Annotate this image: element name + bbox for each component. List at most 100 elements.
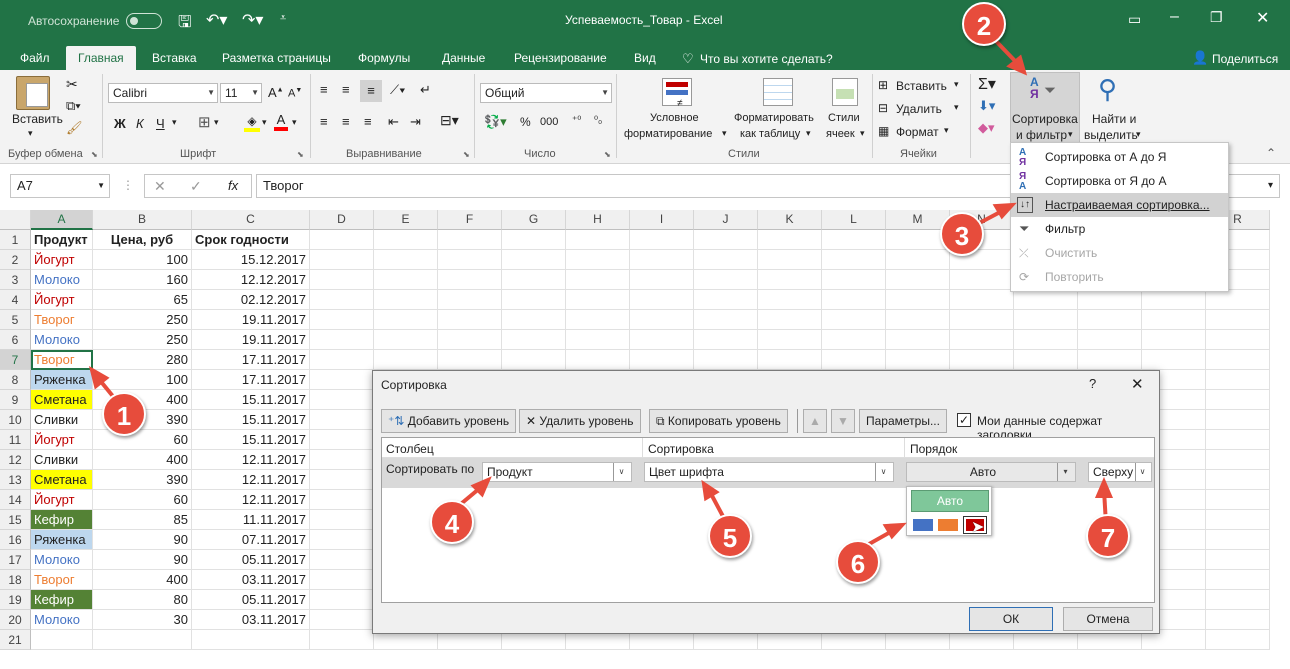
empty-cell[interactable] <box>822 250 886 270</box>
empty-cell[interactable] <box>630 350 694 370</box>
empty-cell[interactable] <box>566 350 630 370</box>
row-header-8[interactable]: 8 <box>0 370 31 390</box>
cell[interactable]: 02.12.2017 <box>192 290 310 310</box>
cell[interactable]: 17.11.2017 <box>192 350 310 370</box>
cell[interactable]: 280 <box>93 350 192 370</box>
empty-cell[interactable] <box>886 350 950 370</box>
empty-cell[interactable] <box>1078 310 1142 330</box>
empty-cell[interactable] <box>1142 350 1206 370</box>
empty-cell[interactable] <box>886 250 950 270</box>
empty-cell[interactable] <box>1014 290 1078 310</box>
menu-custom-sort[interactable]: ↓↑ Настраиваемая сортировка... <box>1011 193 1228 217</box>
empty-cell[interactable] <box>310 330 374 350</box>
empty-cell[interactable] <box>502 250 566 270</box>
column-header-g[interactable]: G <box>502 210 566 230</box>
empty-cell[interactable] <box>1206 630 1270 650</box>
empty-cell[interactable] <box>310 510 374 530</box>
empty-cell[interactable] <box>310 570 374 590</box>
empty-cell[interactable] <box>374 290 438 310</box>
empty-cell[interactable] <box>438 310 502 330</box>
ok-button[interactable]: ОК <box>969 607 1053 631</box>
column-header-k[interactable]: K <box>758 210 822 230</box>
empty-cell[interactable] <box>310 430 374 450</box>
empty-cell[interactable] <box>758 310 822 330</box>
empty-cell[interactable] <box>886 270 950 290</box>
empty-cell[interactable] <box>1142 290 1206 310</box>
empty-cell[interactable] <box>502 270 566 290</box>
row-header-5[interactable]: 5 <box>0 310 31 330</box>
row-header-16[interactable]: 16 <box>0 530 31 550</box>
empty-cell[interactable] <box>886 290 950 310</box>
cell[interactable]: 15.11.2017 <box>192 390 310 410</box>
empty-cell[interactable] <box>1206 610 1270 630</box>
cell[interactable]: 60 <box>93 490 192 510</box>
cell[interactable]: 160 <box>93 270 192 290</box>
delete-level-button[interactable]: ✕ Удалить уровень <box>519 409 641 433</box>
empty-cell[interactable] <box>438 250 502 270</box>
empty-cell[interactable] <box>758 350 822 370</box>
column-header-b[interactable]: B <box>93 210 192 230</box>
cancel-button[interactable]: Отмена <box>1063 607 1153 631</box>
empty-cell[interactable] <box>310 310 374 330</box>
cell[interactable]: Кефир <box>31 510 93 530</box>
cell[interactable]: 100 <box>93 370 192 390</box>
cell[interactable]: 90 <box>93 530 192 550</box>
empty-cell[interactable] <box>1206 510 1270 530</box>
cell[interactable]: 12.12.2017 <box>192 270 310 290</box>
empty-cell[interactable] <box>1078 330 1142 350</box>
empty-cell[interactable] <box>438 330 502 350</box>
empty-cell[interactable] <box>630 290 694 310</box>
menu-sort-desc[interactable]: Я А Сортировка от Я до А <box>1011 169 1228 193</box>
empty-cell[interactable] <box>566 330 630 350</box>
empty-cell[interactable] <box>1142 330 1206 350</box>
empty-cell[interactable] <box>886 310 950 330</box>
row-header-13[interactable]: 13 <box>0 470 31 490</box>
cell[interactable]: 03.11.2017 <box>192 610 310 630</box>
cell[interactable]: 85 <box>93 510 192 530</box>
empty-cell[interactable] <box>310 290 374 310</box>
empty-cell[interactable] <box>1014 310 1078 330</box>
menu-filter[interactable]: ⏷ Фильтр <box>1011 217 1228 241</box>
auto-color-option[interactable]: Авто <box>911 490 989 512</box>
empty-cell[interactable] <box>950 290 1014 310</box>
position-select[interactable]: Сверху ∨ <box>1088 462 1152 482</box>
empty-cell[interactable] <box>1206 370 1270 390</box>
empty-cell[interactable] <box>822 350 886 370</box>
cell[interactable]: Молоко <box>31 330 93 350</box>
row-header-21[interactable]: 21 <box>0 630 31 650</box>
empty-cell[interactable] <box>630 270 694 290</box>
row-header-11[interactable]: 11 <box>0 430 31 450</box>
empty-cell[interactable] <box>758 330 822 350</box>
empty-cell[interactable] <box>950 330 1014 350</box>
empty-cell[interactable] <box>1014 330 1078 350</box>
empty-cell[interactable] <box>1206 530 1270 550</box>
cell[interactable]: Сливки <box>31 450 93 470</box>
empty-cell[interactable] <box>1206 390 1270 410</box>
cell[interactable]: 15.11.2017 <box>192 410 310 430</box>
headers-checkbox[interactable]: ✓ <box>957 413 971 427</box>
cell[interactable]: 60 <box>93 430 192 450</box>
empty-cell[interactable] <box>1206 330 1270 350</box>
row-header-4[interactable]: 4 <box>0 290 31 310</box>
move-up-button[interactable]: ▲ <box>803 409 827 433</box>
column-header-e[interactable]: E <box>374 210 438 230</box>
empty-cell[interactable] <box>310 450 374 470</box>
column-header-j[interactable]: J <box>694 210 758 230</box>
cell[interactable]: 07.11.2017 <box>192 530 310 550</box>
empty-cell[interactable] <box>374 330 438 350</box>
empty-cell[interactable] <box>438 270 502 290</box>
order-select[interactable]: Авто ▾ <box>906 462 1076 482</box>
empty-cell[interactable] <box>192 630 310 650</box>
cell[interactable]: 65 <box>93 290 192 310</box>
header-cell[interactable]: Срок годности <box>192 230 310 250</box>
cell[interactable]: 11.11.2017 <box>192 510 310 530</box>
empty-cell[interactable] <box>822 330 886 350</box>
empty-cell[interactable] <box>310 530 374 550</box>
cell[interactable]: Ряженка <box>31 530 93 550</box>
empty-cell[interactable] <box>566 230 630 250</box>
empty-cell[interactable] <box>950 350 1014 370</box>
empty-cell[interactable] <box>438 230 502 250</box>
column-header-a[interactable]: A <box>31 210 93 230</box>
copy-level-button[interactable]: ⧉ Копировать уровень <box>649 409 788 433</box>
empty-cell[interactable] <box>758 290 822 310</box>
